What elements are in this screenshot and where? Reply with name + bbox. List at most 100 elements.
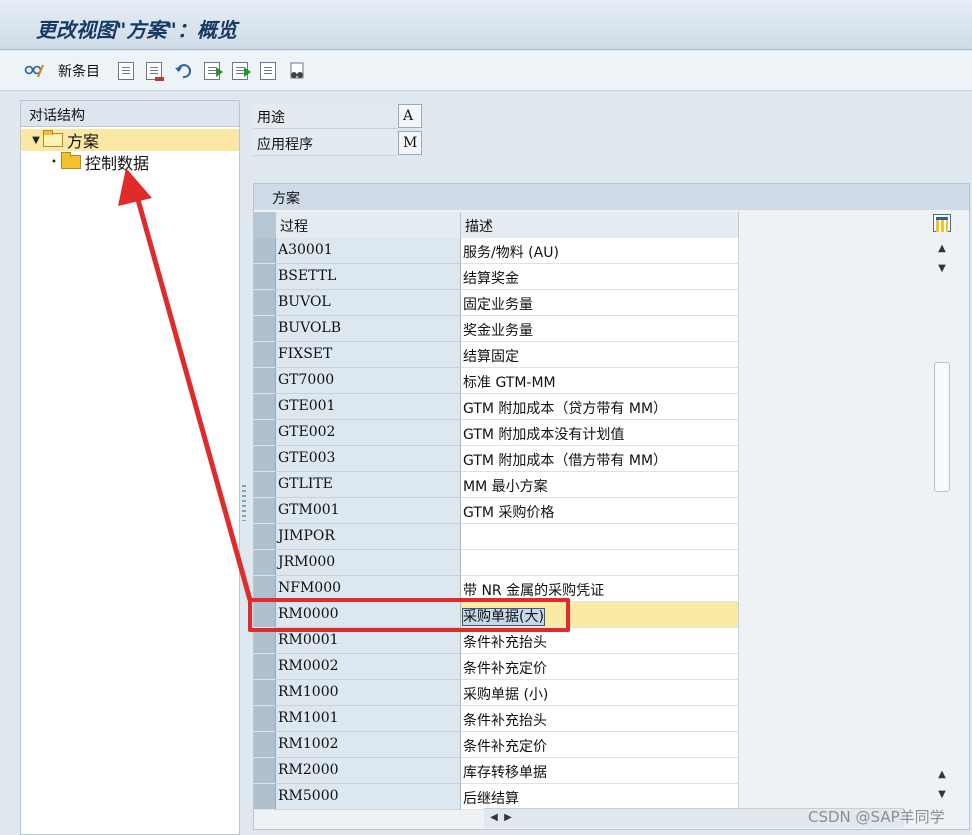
row-selector[interactable] <box>254 576 276 602</box>
description-cell[interactable]: 后继结算 <box>461 784 739 810</box>
select-all-button[interactable] <box>204 61 223 81</box>
process-cell: RM1002 <box>276 732 461 758</box>
description-cell[interactable] <box>461 524 739 550</box>
row-selector[interactable] <box>254 394 276 420</box>
copy-icon <box>118 62 134 80</box>
description-cell[interactable]: 固定业务量 <box>461 290 739 316</box>
row-selector[interactable] <box>254 628 276 654</box>
delete-icon <box>146 62 164 81</box>
row-selector[interactable] <box>254 446 276 472</box>
selected-text[interactable]: 采购单据(大) <box>462 608 545 626</box>
where-used-button[interactable] <box>288 61 306 81</box>
row-selector[interactable] <box>254 550 276 576</box>
open-folder-icon <box>43 130 63 147</box>
process-cell: GTE003 <box>276 446 461 472</box>
column-settings-icon[interactable] <box>933 214 951 232</box>
description-cell[interactable]: 带 NR 金属的采购凭证 <box>461 576 739 602</box>
description-cell[interactable]: 结算奖金 <box>461 264 739 290</box>
toolbar: 新条目 <box>0 51 972 91</box>
expand-triangle-icon[interactable]: ▼ <box>31 135 41 146</box>
undo-icon <box>174 62 192 80</box>
row-selector[interactable] <box>254 368 276 394</box>
row-selector[interactable] <box>254 654 276 680</box>
new-entries-button[interactable]: 新条目 <box>58 61 100 81</box>
process-cell: BSETTL <box>276 264 461 290</box>
tree-item-control-data[interactable]: • 控制数据 <box>21 151 149 173</box>
new-entries-label: 新条目 <box>58 64 100 80</box>
row-selector[interactable] <box>254 342 276 368</box>
process-cell: RM0000 <box>276 602 461 628</box>
row-selector[interactable] <box>254 238 276 264</box>
scroll-down-icon[interactable]: ▼ <box>935 262 949 276</box>
panel-splitter-handle[interactable] <box>242 485 246 521</box>
dialog-structure-panel: 对话结构 ▼ 方案 • 控制数据 <box>20 100 240 835</box>
description-cell[interactable] <box>461 550 739 576</box>
description-cell[interactable]: 库存转移单据 <box>461 758 739 784</box>
process-cell: RM0002 <box>276 654 461 680</box>
deselect-all-icon <box>260 62 276 80</box>
scheme-table: 方案 过程 描述 A30001 服务/物料 (AU) BSETTL 结算奖金 BUVOL… <box>253 183 970 830</box>
description-cell[interactable]: GTM 附加成本没有计划值 <box>461 420 739 446</box>
row-selector[interactable] <box>254 732 276 758</box>
process-cell: GTE002 <box>276 420 461 446</box>
process-cell: RM0001 <box>276 628 461 654</box>
delete-button[interactable] <box>146 61 164 81</box>
copy-as-button[interactable] <box>118 61 134 81</box>
tree-item-scheme[interactable]: ▼ 方案 <box>21 129 239 151</box>
scroll-up-bottom-icon[interactable]: ▲ <box>935 768 949 782</box>
process-cell: BUVOLB <box>276 316 461 342</box>
tree-item-label: 方案 <box>67 132 100 151</box>
row-selector[interactable] <box>254 524 276 550</box>
description-cell[interactable]: GTM 附加成本（借方带有 MM） <box>461 446 739 472</box>
select-block-button[interactable] <box>232 61 251 81</box>
description-cell[interactable]: 服务/物料 (AU) <box>461 238 739 264</box>
row-selector[interactable] <box>254 498 276 524</box>
usage-label: 用途 <box>253 103 397 129</box>
description-cell[interactable]: GTM 附加成本（贷方带有 MM） <box>461 394 739 420</box>
description-cell[interactable]: 条件补充定价 <box>461 654 739 680</box>
tree-item-label: 控制数据 <box>85 154 150 173</box>
row-selector[interactable] <box>254 264 276 290</box>
row-selector[interactable] <box>254 680 276 706</box>
process-cell: JRM000 <box>276 550 461 576</box>
deselect-all-button[interactable] <box>260 61 276 81</box>
process-cell: RM2000 <box>276 758 461 784</box>
description-cell[interactable]: 结算固定 <box>461 342 739 368</box>
row-selector[interactable] <box>254 290 276 316</box>
application-label: 应用程序 <box>253 130 397 156</box>
scroll-down-bottom-icon[interactable]: ▼ <box>935 788 949 802</box>
scrollbar-thumb[interactable] <box>934 362 950 492</box>
description-cell[interactable]: 奖金业务量 <box>461 316 739 342</box>
process-cell: GT7000 <box>276 368 461 394</box>
description-cell[interactable]: 标准 GTM-MM <box>461 368 739 394</box>
column-header-description[interactable]: 描述 <box>461 212 739 238</box>
process-cell: FIXSET <box>276 342 461 368</box>
description-cell[interactable]: 条件补充抬头 <box>461 628 739 654</box>
row-selector[interactable] <box>254 706 276 732</box>
scroll-up-icon[interactable]: ▲ <box>935 242 949 256</box>
row-selector[interactable] <box>254 472 276 498</box>
display-change-button[interactable] <box>24 61 44 81</box>
column-header-process[interactable]: 过程 <box>276 212 461 238</box>
process-cell: NFM000 <box>276 576 461 602</box>
row-selector[interactable] <box>254 420 276 446</box>
vertical-scrollbar[interactable]: ▲ ▼ ▲ ▼ <box>931 238 953 808</box>
process-cell: RM5000 <box>276 784 461 810</box>
description-cell[interactable]: MM 最小方案 <box>461 472 739 498</box>
description-cell[interactable]: 采购单据(大) <box>461 602 739 628</box>
window-title: 更改视图"方案"：概览 <box>36 18 237 42</box>
description-cell[interactable]: 条件补充抬头 <box>461 706 739 732</box>
scroll-right-icon[interactable]: ▶ <box>502 812 514 826</box>
row-selector[interactable] <box>254 602 276 628</box>
binoculars-icon <box>288 62 306 80</box>
description-cell[interactable]: 采购单据 (小) <box>461 680 739 706</box>
row-selector[interactable] <box>254 784 276 810</box>
row-selector[interactable] <box>254 758 276 784</box>
undo-change-button[interactable] <box>174 61 192 81</box>
scroll-left-icon[interactable]: ◀ <box>488 812 500 826</box>
description-cell[interactable]: GTM 采购价格 <box>461 498 739 524</box>
process-cell: GTM001 <box>276 498 461 524</box>
row-selector[interactable] <box>254 316 276 342</box>
select-all-rows-cell[interactable] <box>254 212 276 238</box>
description-cell[interactable]: 条件补充定价 <box>461 732 739 758</box>
